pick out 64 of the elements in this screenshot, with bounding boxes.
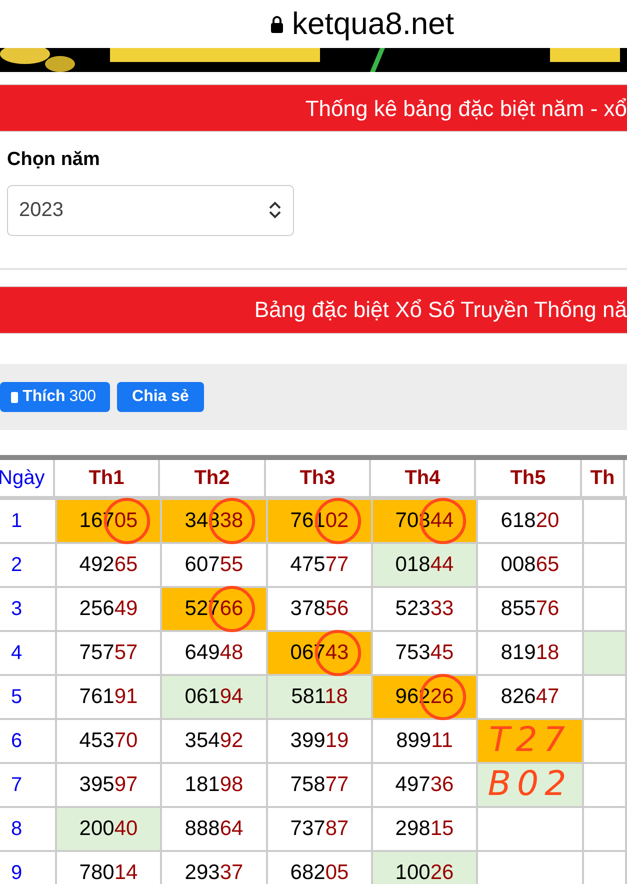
table-cell-text: 45370 [78,728,139,754]
table-cell-text: 82647 [500,684,560,710]
column-header: Th2 [194,466,230,490]
column-header: Th [590,466,615,490]
table-cell: 10026 [373,852,476,884]
table-cell-text: 64948 [184,640,244,666]
day-link[interactable]: 2 [11,550,22,580]
column-header: Th5 [510,466,546,490]
lock-icon [270,15,284,33]
table-cell: 52766 [162,588,266,630]
table-cell-text: 76191 [78,684,139,710]
year-select[interactable]: 2023 [7,184,294,236]
table-cell-text: 18198 [184,772,244,798]
table-cell-text: 35492 [184,728,244,754]
table-cell-text: 85576 [500,596,560,622]
day-link[interactable]: 8 [11,814,22,844]
table-cell-text: 68205 [289,860,350,884]
table-cell-text: 47577 [289,552,350,578]
day-link[interactable]: 4 [11,638,22,668]
table-cell-text: 39919 [289,728,350,754]
table-cell-text: 78014 [78,860,139,884]
table-title: Bảng đặc biệt Xổ Số Truyền Thống nă [254,296,627,324]
table-cell-text: 60755 [184,552,244,578]
table-cell-text: 29337 [184,860,244,884]
chevron-updown-icon [268,200,282,220]
table-cell: B02 [478,764,582,806]
table-cell-text: 49265 [78,552,139,578]
table-cell: 20040 [57,808,160,850]
column-header: Ngày [0,466,45,490]
table-cell-text: 39597 [78,772,139,798]
day-link[interactable]: 7 [11,770,22,800]
table-cell-text: 61820 [500,508,560,534]
column-header: Th3 [300,466,336,490]
share-button[interactable]: Chia sẻ [117,382,204,412]
day-link[interactable]: 6 [11,726,22,756]
day-link[interactable]: 5 [11,682,22,712]
table-cell-text: 00865 [500,552,560,578]
year-label: Chọn năm [7,148,100,172]
table-cell-text: 49736 [394,772,455,798]
day-link[interactable]: 1 [11,506,22,536]
table-cell: 58118 [268,676,371,718]
day-link[interactable]: 9 [11,858,22,884]
table-cell-text: 75877 [289,772,350,798]
banner-title: Thống kê bảng đặc biệt năm - xổ [305,94,627,123]
table-cell-text: 89911 [395,728,454,754]
day-link[interactable]: 3 [11,594,22,624]
table-cell-text: 37856 [289,596,350,622]
table-cell: 16705 [57,500,160,542]
table-cell: 01844 [373,544,476,586]
table-cell-text: 52333 [394,596,455,622]
like-button[interactable]: Thích 300 [0,382,110,412]
table-cell: 06743 [268,632,371,674]
address-text[interactable]: ketqua8.net [292,0,454,48]
table-cell-text: 75757 [78,640,139,666]
table-cell-text: 75345 [394,640,455,666]
table-cell-text: 81918 [500,640,560,666]
table-cell: T27 [478,720,582,762]
table-cell-text: 88864 [184,816,244,842]
table-cell-text: 29815 [394,816,455,842]
column-header: Th4 [404,466,440,490]
column-header: Th1 [88,466,124,490]
table-cell-text: 25649 [78,596,139,622]
table-cell: 06194 [162,676,266,718]
table-cell-text: 73787 [289,816,350,842]
